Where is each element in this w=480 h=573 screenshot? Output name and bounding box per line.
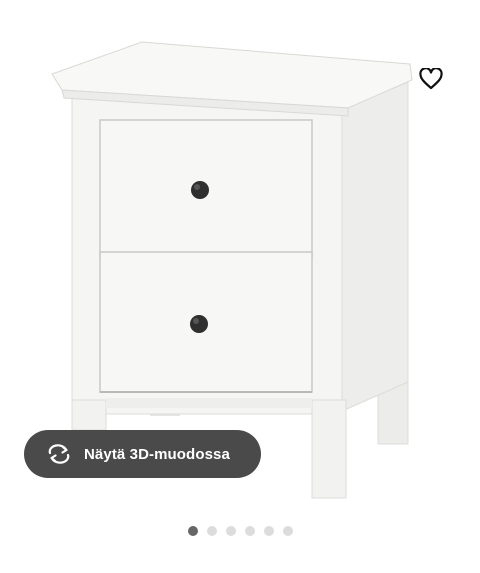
drawer-knob-top [191,181,209,199]
carousel-dot[interactable] [187,526,198,536]
carousel-dot[interactable] [282,526,293,536]
carousel-dot[interactable] [244,526,255,536]
side-panel [339,81,409,413]
favourite-button[interactable] [416,64,446,94]
view-3d-button[interactable]: Näytä 3D-muodossa [24,430,261,478]
heart-outline-icon [419,68,443,90]
carousel-pagination [0,526,480,536]
drawer-knob-bottom [190,315,208,333]
carousel-dot[interactable] [263,526,274,536]
front-leg-right [311,399,347,499]
view-3d-label: Näytä 3D-muodossa [84,445,230,463]
carousel-dot[interactable] [206,526,217,536]
rotate-arrows-icon [48,444,70,464]
carousel-dot[interactable] [225,526,236,536]
apron [106,398,312,408]
front-leg-left [71,399,107,431]
